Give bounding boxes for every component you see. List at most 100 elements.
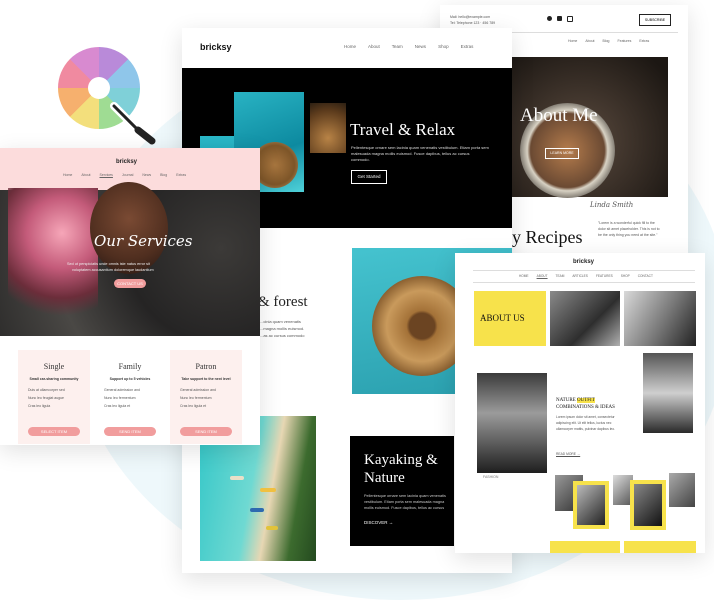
thumb-4-frame: [630, 480, 666, 530]
quote-line-1: "Lorem is a wonderful quick fill to the: [598, 221, 655, 225]
food-nav-home[interactable]: Home: [568, 39, 577, 43]
headline-word-nature: NATURE: [556, 398, 576, 403]
about-me-title: About Me: [520, 105, 598, 126]
plan-family-feature-3: Cras leo ligula et: [104, 404, 131, 408]
travel-hero-text-2: malesuada magna mollis euismod. Fusce da…: [351, 151, 470, 156]
plan-single: Single Small car-sharing community Duis …: [18, 350, 90, 444]
model-portrait-image: [90, 182, 168, 274]
fashion-nav: HOME ABOUT TEAM ARTICLES FEATURES SHOP C…: [519, 274, 653, 278]
plan-patron-feature-2: Nunc leo fermentum: [180, 396, 212, 400]
food-nav-features[interactable]: Features: [618, 39, 632, 43]
forest-text-3: ...as ac cursus commodo: [260, 333, 305, 338]
quote-line-3: be the only thing you need at the site.": [598, 233, 658, 237]
fashion-logo[interactable]: bricksy: [573, 259, 594, 265]
food-nav: Home About Blog Features Extras: [568, 39, 649, 43]
headline-word-outfit: OUTFIT: [576, 398, 595, 403]
travel-nav-home[interactable]: Home: [344, 44, 356, 49]
plan-family: Family Support up to 5 vehicles General …: [94, 350, 166, 444]
fashion-side-label: FASHION: [483, 475, 499, 479]
plan-patron: Patron Take support to the next level Ge…: [170, 350, 242, 444]
plan-single-button[interactable]: SELECT ITEM: [28, 427, 80, 436]
eyedropper-icon: [110, 102, 156, 145]
discover-link[interactable]: DISCOVER →: [364, 520, 393, 525]
footer-yellow-block-2: [624, 541, 696, 553]
thumb-5-image: [669, 473, 695, 507]
fashion-nav-contact[interactable]: CONTACT: [638, 274, 653, 278]
fashion-body-3: ullamcorper mattis, pulvinar dapibus leo…: [556, 427, 616, 431]
plan-single-feature-3: Cras leo ligula: [28, 404, 51, 408]
fashion-nav-articles[interactable]: ARTICLES: [572, 274, 588, 278]
instagram-icon[interactable]: [567, 16, 573, 22]
fashion-nav-home[interactable]: HOME: [519, 274, 529, 278]
thumb-2-frame: [573, 481, 609, 529]
model-street-image: [643, 353, 693, 433]
travel-hero-text-3: commodo.: [351, 157, 370, 162]
services-nav-news[interactable]: News: [142, 173, 151, 177]
kayak-text-2: vestibulum. Etiam porta sem malesuada ma…: [364, 500, 445, 504]
model-full-image: [477, 373, 547, 473]
learn-more-button[interactable]: LEARN MORE: [545, 148, 579, 159]
travel-nav: Home About Team News Shop Extras: [344, 44, 473, 49]
plan-family-feature-1: General admission and: [104, 388, 140, 392]
plan-family-subtitle: Support up to 5 vehicles: [109, 377, 151, 381]
plan-patron-feature-3: Cras leo ligula et: [180, 404, 207, 408]
fashion-nav-features[interactable]: FEATURES: [596, 274, 613, 278]
fashion-body-1: Lorem ipsum dolor sit amet, consectetur: [556, 415, 615, 419]
travel-logo[interactable]: bricksy: [200, 42, 232, 52]
plan-single-feature-2: Nunc leo feugiat augue: [28, 396, 64, 400]
contact-email: Mail: hello@example.com: [450, 15, 491, 19]
thumb-4-image: [634, 484, 662, 526]
food-nav-extras[interactable]: Extras: [639, 39, 649, 43]
plan-patron-button[interactable]: SEND ITEM: [180, 427, 232, 436]
hat-closeup-image: [310, 103, 346, 153]
food-nav-blog[interactable]: Blog: [603, 39, 610, 43]
get-started-button[interactable]: Get Started: [351, 170, 387, 184]
services-nav-journal[interactable]: Journal: [122, 173, 133, 177]
services-logo[interactable]: bricksy: [116, 159, 137, 165]
recipes-title: y Recipes: [512, 227, 583, 247]
plan-family-button[interactable]: SEND ITEM: [104, 427, 156, 436]
read-more-link[interactable]: READ MORE →: [556, 452, 580, 456]
services-hero-text-2: voluptatem accusantium doloremque laudan…: [72, 268, 154, 272]
services-nav-blog[interactable]: Blog: [160, 173, 167, 177]
fashion-nav-shop[interactable]: SHOP: [621, 274, 630, 278]
travel-nav-team[interactable]: Team: [392, 44, 403, 49]
twitter-icon[interactable]: [557, 16, 562, 21]
travel-nav-news[interactable]: News: [415, 44, 426, 49]
plan-family-feature-2: Nunc leo fermentum: [104, 396, 136, 400]
food-nav-about[interactable]: About: [585, 39, 594, 43]
travel-nav-shop[interactable]: Shop: [438, 44, 449, 49]
about-us-label: ABOUT US: [480, 313, 525, 323]
travel-nav-extras[interactable]: Extras: [461, 44, 474, 49]
fashion-site-card: bricksy HOME ABOUT TEAM ARTICLES FEATURE…: [455, 253, 705, 553]
subscribe-button[interactable]: SUBSCRIBE: [639, 14, 671, 26]
fashion-nav-team[interactable]: TEAM: [556, 274, 565, 278]
services-nav: Home About Services Journal News Blog Ex…: [63, 173, 186, 177]
travel-nav-about[interactable]: About: [368, 44, 380, 49]
forest-text-1: ...cinia quam venenatis: [260, 319, 301, 324]
plan-single-feature-1: Duis at ullamcorper sed: [28, 388, 65, 392]
kayak-text-1: Pellentesque ornare sem lacinia quam ven…: [364, 494, 446, 498]
kayak-panel: Kayaking & Nature Pellentesque ornare se…: [350, 436, 454, 546]
kayak-text-3: mollis euismod. Fusce dapibus, tellus ac…: [364, 506, 445, 510]
services-nav-home[interactable]: Home: [63, 173, 72, 177]
services-hero: Our Services Sed ut perspiciatis unde om…: [0, 182, 260, 338]
fashion-headline-2: COMBINATIONS & IDEAS: [556, 405, 615, 410]
plan-patron-subtitle: Take support to the next level: [181, 377, 231, 381]
signature: Linda Smith: [590, 201, 634, 209]
facebook-icon[interactable]: [547, 16, 552, 21]
contact-phone: Tel: Telephone 123 · 456 789: [450, 21, 496, 25]
plan-patron-name: Patron: [195, 362, 217, 371]
quote-line-2: dolor sit amet placeholder. This is not …: [598, 227, 660, 231]
services-nav-extras[interactable]: Extras: [176, 173, 186, 177]
thumb-2-image: [577, 485, 605, 525]
services-nav-about[interactable]: About: [81, 173, 90, 177]
plan-single-name: Single: [43, 362, 65, 371]
services-nav-services[interactable]: Services: [100, 173, 113, 177]
services-hero-title: Our Services: [94, 232, 193, 250]
services-site-card: bricksy Home About Services Journal News…: [0, 148, 260, 445]
plan-patron-feature-1: General admission and: [180, 388, 216, 392]
contact-us-button[interactable]: CONTACT US: [114, 279, 146, 288]
about-us-block: ABOUT US: [474, 291, 546, 346]
fashion-nav-about[interactable]: ABOUT: [537, 274, 548, 278]
